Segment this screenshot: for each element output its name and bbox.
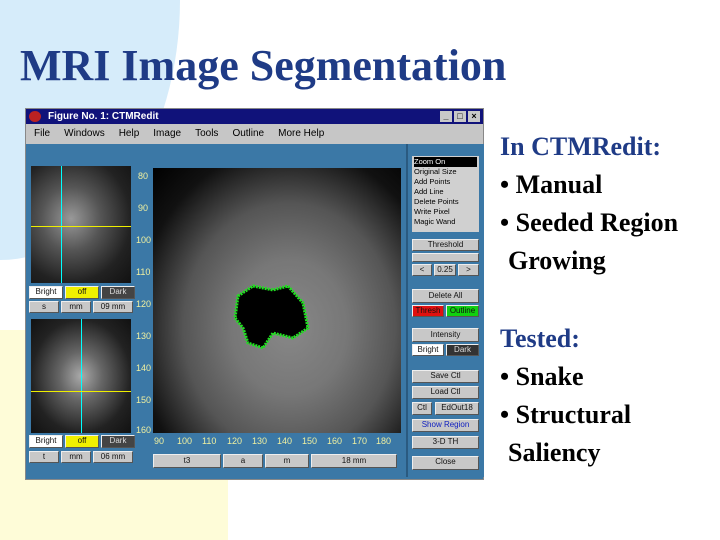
menu-image[interactable]: Image [153, 124, 181, 144]
plane-dropdown[interactable]: t3 [153, 454, 221, 468]
menu-tools[interactable]: Tools [195, 124, 218, 144]
x-tick: 100 [177, 436, 193, 446]
ctmredit-window: Figure No. 1: CTMRedit _ □ × File Windows … [25, 108, 484, 480]
menu-bar: File Windows Help Image Tools Outline Mo… [26, 124, 483, 144]
bullet: Growing [508, 246, 606, 275]
x-tick: 120 [227, 436, 243, 446]
y-tick: 150 [136, 395, 152, 405]
bullet: Saliency [508, 438, 601, 467]
axis-dropdown[interactable]: a [223, 454, 263, 468]
sagittal-view[interactable] [31, 166, 131, 283]
segmentation-outline [233, 284, 310, 350]
ctl-button[interactable]: Ctl [412, 402, 432, 415]
thresh-button[interactable]: Thresh [412, 305, 444, 317]
orientation-dropdown[interactable]: t [29, 451, 59, 463]
y-tick: 100 [136, 235, 152, 245]
bullet: • Seeded Region [500, 208, 679, 237]
x-tick: 180 [376, 436, 392, 446]
outline-button[interactable]: Outline [446, 305, 479, 317]
edout-button[interactable]: EdOut18 [435, 402, 479, 415]
unit-dropdown[interactable]: m [265, 454, 309, 468]
menu-file[interactable]: File [34, 124, 50, 144]
y-tick: 140 [136, 363, 152, 373]
save-ctl-button[interactable]: Save Ctl [412, 370, 479, 383]
unit-dropdown[interactable]: mm [61, 451, 91, 463]
bullet: • Manual [500, 170, 603, 199]
tool-item[interactable]: Original Size [414, 167, 477, 177]
close-panel-button[interactable]: Close [412, 456, 479, 470]
dark-button[interactable]: Dark [101, 435, 135, 448]
bright-button[interactable]: Bright [29, 435, 63, 448]
x-tick: 150 [302, 436, 318, 446]
y-tick: 130 [136, 331, 152, 341]
y-tick: 110 [136, 267, 151, 277]
title-bar: Figure No. 1: CTMRedit _ □ × [26, 109, 483, 124]
slice-dropdown[interactable]: 06 mm [93, 451, 133, 463]
slide-title: MRI Image Segmentation [20, 41, 507, 90]
y-tick: 160 [136, 425, 152, 435]
threshold-slider[interactable] [412, 253, 479, 262]
bright-button[interactable]: Bright [29, 286, 63, 299]
x-tick: 140 [277, 436, 293, 446]
bullet-block-1: In CTMRedit: • Manual • Seeded Region Gr… [500, 128, 716, 280]
minimize-button[interactable]: _ [440, 111, 452, 122]
y-tick: 120 [136, 299, 152, 309]
x-tick: 160 [327, 436, 343, 446]
x-tick: 90 [154, 436, 165, 446]
bullet: • Snake [500, 362, 584, 391]
prev-button[interactable]: < [412, 264, 432, 276]
dark-button[interactable]: Dark [446, 344, 479, 356]
tool-item[interactable]: Zoom On [414, 157, 477, 167]
tool-item[interactable]: Magic Wand [414, 217, 477, 227]
coronal-view[interactable] [31, 319, 131, 433]
threshold-value[interactable]: 0.25 [434, 264, 456, 276]
slice-dropdown[interactable]: 18 mm [311, 454, 397, 468]
heading: Tested: [500, 324, 580, 353]
tool-item[interactable]: Delete Points [414, 197, 477, 207]
right-panel: Zoom On Original Size Add Points Add Lin… [406, 144, 484, 477]
3d-button[interactable]: 3-D TH [412, 436, 479, 449]
close-button[interactable]: × [468, 111, 480, 122]
tool-item[interactable]: Add Line [414, 187, 477, 197]
bullet-block-2: Tested: • Snake • Structural Saliency [500, 320, 716, 472]
threshold-label: Threshold [412, 239, 479, 251]
off-button[interactable]: off [65, 435, 99, 448]
off-button[interactable]: off [65, 286, 99, 299]
x-tick: 130 [252, 436, 268, 446]
show-region-button[interactable]: Show Region [412, 419, 479, 432]
slice-dropdown[interactable]: 09 mm [93, 301, 133, 313]
menu-outline[interactable]: Outline [232, 124, 264, 144]
axial-main-view[interactable] [153, 168, 401, 433]
next-button[interactable]: > [458, 264, 479, 276]
x-tick: 110 [202, 436, 217, 446]
load-ctl-button[interactable]: Load Ctl [412, 386, 479, 399]
bullet: • Structural [500, 400, 632, 429]
tool-item[interactable]: Write Pixel [414, 207, 477, 217]
window-title: Figure No. 1: CTMRedit [48, 111, 159, 122]
maximize-button[interactable]: □ [454, 111, 466, 122]
heading: In CTMRedit: [500, 132, 662, 161]
app-icon [29, 111, 41, 122]
x-tick: 170 [352, 436, 368, 446]
tool-list[interactable]: Zoom On Original Size Add Points Add Lin… [412, 156, 479, 232]
intensity-label: Intensity [412, 328, 479, 342]
menu-more-help[interactable]: More Help [278, 124, 324, 144]
unit-dropdown[interactable]: mm [61, 301, 91, 313]
menu-windows[interactable]: Windows [64, 124, 105, 144]
dark-button[interactable]: Dark [101, 286, 135, 299]
tool-item[interactable]: Add Points [414, 177, 477, 187]
bright-button[interactable]: Bright [412, 344, 444, 356]
menu-help[interactable]: Help [119, 124, 140, 144]
orientation-dropdown[interactable]: s [29, 301, 59, 313]
y-tick: 80 [138, 171, 149, 181]
delete-all-button[interactable]: Delete All [412, 289, 479, 303]
y-tick: 90 [138, 203, 149, 213]
